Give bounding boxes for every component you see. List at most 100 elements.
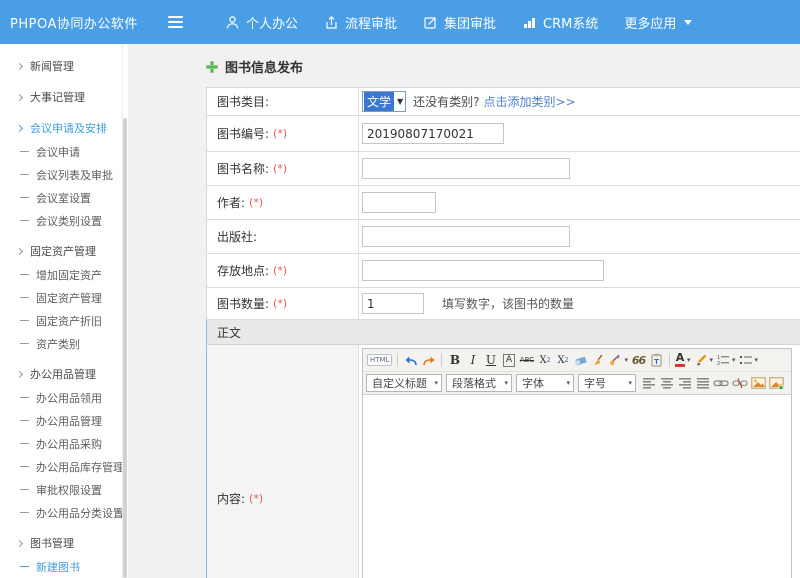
dash-icon — [20, 512, 29, 513]
sidebar-item-supplies-claim[interactable]: 办公用品领用 — [0, 386, 128, 409]
category-label: 图书类目: — [217, 93, 269, 110]
dash-icon — [20, 274, 29, 275]
required-mark: (*) — [273, 297, 287, 310]
align-center-icon[interactable] — [658, 374, 675, 392]
svg-text:2: 2 — [717, 361, 720, 367]
align-right-icon[interactable] — [676, 374, 693, 392]
author-input[interactable] — [362, 192, 436, 213]
nav-more-apps[interactable]: 更多应用 — [624, 13, 692, 32]
justify-icon[interactable] — [694, 374, 711, 392]
batch-image-icon[interactable] — [768, 374, 785, 392]
menu-hamburger-icon[interactable] — [168, 16, 183, 28]
chevron-right-icon — [16, 370, 23, 377]
font-color-button[interactable]: A▾ — [674, 351, 692, 369]
superscript-button[interactable]: X2 — [536, 351, 553, 369]
underline-button[interactable]: U — [482, 351, 499, 369]
sidebar-group-meeting[interactable]: 会议申请及安排 — [0, 116, 128, 140]
italic-button[interactable]: I — [464, 351, 481, 369]
book-form: 图书类目: 文学 ▼ 还没有类别? 点击添加类别>> 图书编号:(*) 图书名称… — [206, 87, 800, 578]
align-left-icon[interactable] — [640, 374, 657, 392]
editor-content-area[interactable] — [363, 395, 791, 578]
bold-button[interactable]: B — [446, 351, 463, 369]
nav-group-approval[interactable]: 集团审批 — [423, 13, 496, 32]
sidebar-item-supplies-category[interactable]: 办公用品分类设置 — [0, 501, 128, 524]
ordered-list-icon[interactable]: 12▾ — [715, 351, 737, 369]
font-family-select[interactable]: 字体▾ — [516, 374, 574, 392]
dash-icon — [20, 320, 29, 321]
caret-down-icon: ▾ — [628, 379, 632, 387]
publisher-input[interactable] — [362, 226, 570, 247]
dash-icon — [20, 151, 29, 152]
redo-button[interactable] — [420, 351, 437, 369]
sidebar-group-supplies[interactable]: 办公用品管理 — [0, 362, 128, 386]
unordered-list-icon[interactable]: ▾ — [738, 351, 760, 369]
sidebar-item-asset-depreciation[interactable]: 固定资产折旧 — [0, 309, 128, 332]
location-input[interactable] — [362, 260, 604, 281]
location-label: 存放地点: — [217, 262, 269, 279]
clear-format-broom-icon[interactable] — [590, 351, 607, 369]
nav-crm[interactable]: CRM系统 — [522, 13, 598, 32]
caret-down-icon — [684, 20, 692, 25]
blockquote-button[interactable]: 66 — [630, 351, 647, 369]
editor-toolbar-row1: HTML B I U A ABC X2 X2 — [363, 349, 791, 372]
rich-text-editor: HTML B I U A ABC X2 X2 — [362, 348, 792, 578]
sidebar-scrollbar-thumb[interactable] — [123, 118, 127, 578]
eraser-icon[interactable] — [572, 351, 589, 369]
highlight-pen-icon[interactable]: ▾ — [693, 351, 715, 369]
category-hint: 还没有类别? — [413, 93, 479, 110]
nav-personal-office[interactable]: 个人办公 — [225, 13, 298, 32]
add-plus-icon — [206, 61, 218, 73]
unlink-icon[interactable] — [731, 374, 749, 392]
svg-text:T: T — [654, 358, 659, 366]
sidebar-item-supplies-stock[interactable]: 办公用品库存管理 — [0, 455, 128, 478]
book-name-input[interactable] — [362, 158, 570, 179]
page-title: 图书信息发布 — [225, 57, 303, 76]
custom-title-select[interactable]: 自定义标题▾ — [366, 374, 442, 392]
format-brush-icon[interactable]: ▾ — [608, 351, 629, 369]
content-label: 内容: — [217, 490, 245, 507]
add-category-link[interactable]: 点击添加类别>> — [484, 93, 576, 110]
dash-icon — [20, 466, 29, 467]
sidebar-item-meeting-list[interactable]: 会议列表及审批 — [0, 163, 128, 186]
app-logo: PHPOA协同办公软件 — [0, 13, 168, 32]
dash-icon — [20, 443, 29, 444]
nav-flow-approval[interactable]: 流程审批 — [324, 13, 397, 32]
caret-down-icon: ▼ — [397, 97, 403, 106]
sidebar-item-meeting-apply[interactable]: 会议申请 — [0, 140, 128, 163]
sidebar-group-assets[interactable]: 固定资产管理 — [0, 239, 128, 263]
dash-icon — [20, 197, 29, 198]
category-select[interactable]: 文学 ▼ — [362, 91, 406, 112]
link-icon[interactable] — [712, 374, 730, 392]
remove-format-button[interactable]: A — [500, 351, 517, 369]
sidebar-item-new-book[interactable]: 新建图书 — [0, 555, 128, 578]
sidebar-item-supplies-manage[interactable]: 办公用品管理 — [0, 409, 128, 432]
required-mark: (*) — [249, 492, 263, 505]
sidebar-item-asset-category[interactable]: 资产类别 — [0, 332, 128, 355]
sidebar-item-asset-add[interactable]: 增加固定资产 — [0, 263, 128, 286]
sidebar-group-memorabilia[interactable]: 大事记管理 — [0, 85, 128, 109]
sidebar-group-news[interactable]: 新闻管理 — [0, 54, 128, 78]
chevron-right-icon — [16, 93, 23, 100]
image-icon[interactable] — [750, 374, 767, 392]
sidebar-item-meeting-room[interactable]: 会议室设置 — [0, 186, 128, 209]
sidebar-item-asset-manage[interactable]: 固定资产管理 — [0, 286, 128, 309]
sidebar-item-approval-permission[interactable]: 审批权限设置 — [0, 478, 128, 501]
undo-button[interactable] — [402, 351, 419, 369]
book-no-input[interactable] — [362, 123, 504, 144]
quantity-input[interactable] — [362, 293, 424, 314]
main-content: 图书信息发布 图书类目: 文学 ▼ 还没有类别? 点击添加类别>> 图书编号:(… — [128, 44, 800, 578]
sidebar-item-meeting-category[interactable]: 会议类别设置 — [0, 209, 128, 232]
sidebar-item-supplies-purchase[interactable]: 办公用品采购 — [0, 432, 128, 455]
caret-down-icon: ▾ — [434, 379, 438, 387]
subscript-button[interactable]: X2 — [554, 351, 571, 369]
html-source-button[interactable]: HTML — [366, 351, 393, 369]
paragraph-format-select[interactable]: 段落格式▾ — [446, 374, 512, 392]
caret-down-icon: ▾ — [710, 356, 714, 364]
paste-as-text-icon[interactable]: T — [648, 351, 665, 369]
sidebar-group-books[interactable]: 图书管理 — [0, 531, 128, 555]
strikethrough-button[interactable]: ABC — [518, 351, 535, 369]
quantity-label: 图书数量: — [217, 295, 269, 312]
font-size-select[interactable]: 字号▾ — [578, 374, 636, 392]
chevron-right-icon — [16, 62, 23, 69]
required-mark: (*) — [249, 196, 263, 209]
